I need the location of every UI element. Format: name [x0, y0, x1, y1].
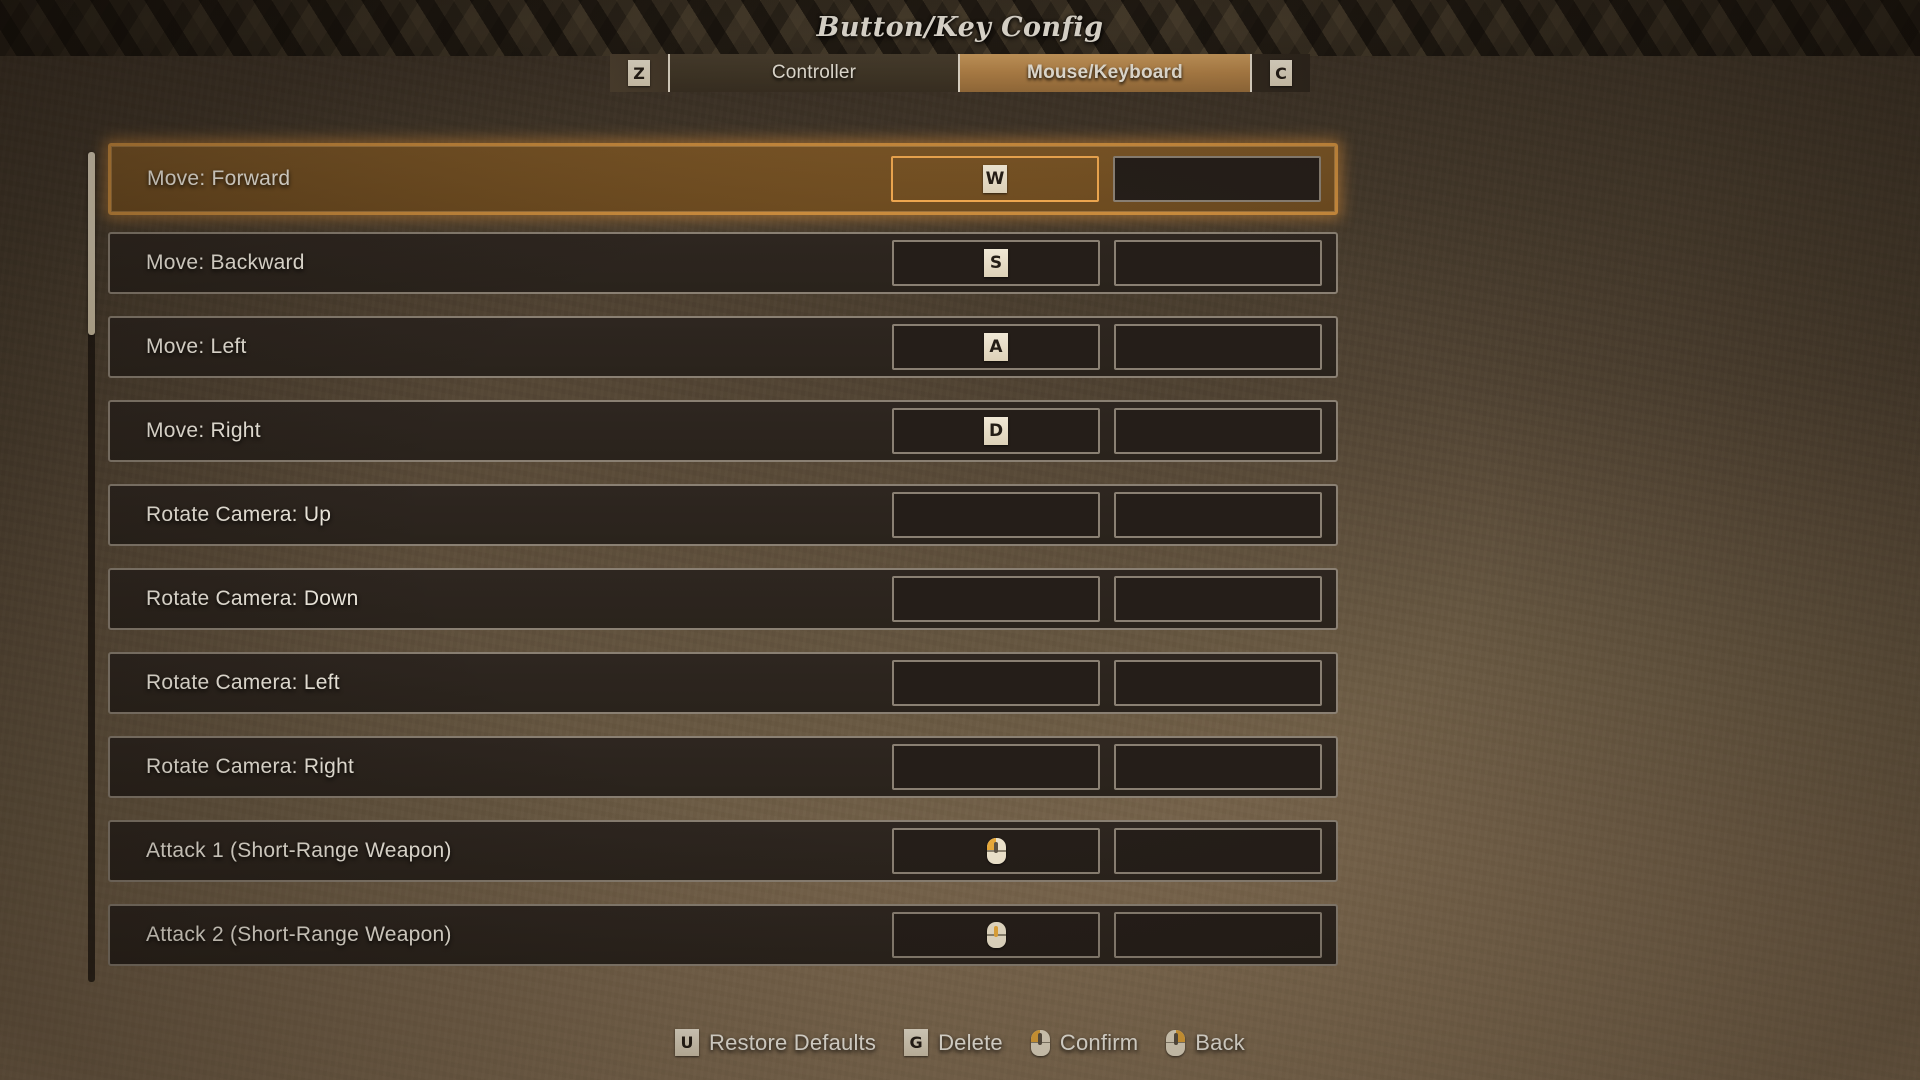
binding-action-label: Move: Backward [146, 251, 305, 274]
footer-hint[interactable]: Confirm [1030, 1029, 1139, 1056]
binding-primary-cell[interactable]: S [892, 240, 1100, 286]
binding-row[interactable]: Move: Backward S [108, 232, 1338, 294]
tab-bar: Z Controller Mouse/Keyboard C [0, 54, 1920, 92]
binding-action-label: Rotate Camera: Up [146, 503, 332, 526]
binding-action-label: Move: Forward [147, 167, 291, 190]
key-c-icon: C [1270, 60, 1292, 86]
binding-action-label: Rotate Camera: Down [146, 587, 359, 610]
tab-strip: Z Controller Mouse/Keyboard C [610, 54, 1310, 92]
binding-row[interactable]: Move: Forward W [108, 143, 1338, 215]
binding-row[interactable]: Rotate Camera: Right [108, 736, 1338, 798]
mouse-wheel [1038, 1033, 1043, 1045]
mouse-right-icon [1166, 1029, 1186, 1056]
binding-primary-cell[interactable] [892, 576, 1100, 622]
binding-secondary-cell[interactable] [1114, 240, 1322, 286]
binding-row[interactable]: Rotate Camera: Left [108, 652, 1338, 714]
binding-secondary-cell[interactable] [1114, 576, 1322, 622]
tab-mouse-keyboard[interactable]: Mouse/Keyboard [960, 54, 1250, 92]
key-g-icon: G [904, 1029, 929, 1056]
binding-row[interactable]: Move: Right D [108, 400, 1338, 462]
mouse-body [986, 922, 1006, 948]
binding-primary-cell[interactable] [892, 492, 1100, 538]
tab-controller-label: Controller [771, 62, 857, 83]
key-s-icon: S [984, 249, 1008, 277]
key-d-icon: D [984, 417, 1008, 445]
mouse-body [1030, 1029, 1050, 1056]
binding-action-label: Attack 1 (Short-Range Weapon) [146, 839, 452, 862]
key-u-icon: U [675, 1029, 699, 1056]
footer-hint-label: Confirm [1059, 1029, 1139, 1055]
mouse-left-icon [986, 838, 1006, 864]
binding-secondary-cell[interactable] [1114, 828, 1322, 874]
footer-hint-glyph [1166, 1029, 1186, 1056]
binding-primary-cell[interactable]: D [892, 408, 1100, 454]
binding-primary-cell[interactable] [892, 660, 1100, 706]
footer-hint[interactable]: Back [1166, 1029, 1245, 1056]
binding-secondary-cell[interactable] [1114, 744, 1322, 790]
mouse-wheel [994, 841, 998, 854]
binding-row[interactable]: Move: Left A [108, 316, 1338, 378]
tab-mouse-keyboard-label: Mouse/Keyboard [1027, 62, 1183, 83]
binding-action-label: Move: Right [146, 419, 261, 442]
key-bindings-list: Move: Forward W Move: Backward S Move: Left A… [108, 143, 1338, 988]
binding-action-label: Rotate Camera: Right [146, 755, 355, 778]
binding-action-label: Attack 2 (Short-Range Weapon) [146, 923, 452, 946]
binding-row[interactable]: Rotate Camera: Up [108, 484, 1338, 546]
tab-next-key-hint[interactable]: C [1250, 54, 1310, 92]
binding-secondary-cell[interactable] [1114, 492, 1322, 538]
tab-prev-key-hint[interactable]: Z [610, 54, 670, 92]
footer-hint-glyph: G [904, 1029, 929, 1056]
binding-primary-cell[interactable] [892, 744, 1100, 790]
binding-secondary-cell[interactable] [1114, 324, 1322, 370]
binding-action-label: Move: Left [146, 335, 247, 358]
footer-hint-glyph: U [675, 1029, 699, 1056]
page-title: Button/Key Config [816, 11, 1104, 43]
mouse-left-icon [1030, 1029, 1050, 1056]
footer-hint-glyph [1030, 1029, 1050, 1056]
list-scrollbar-thumb[interactable] [88, 152, 95, 335]
key-a-icon: A [984, 333, 1008, 361]
binding-secondary-cell[interactable] [1114, 912, 1322, 958]
binding-secondary-cell[interactable] [1114, 408, 1322, 454]
binding-action-label: Rotate Camera: Left [146, 671, 340, 694]
binding-row[interactable]: Attack 2 (Short-Range Weapon) [108, 904, 1338, 966]
binding-secondary-cell[interactable] [1113, 156, 1321, 202]
mouse-wheel [1173, 1033, 1178, 1045]
mouse-body [986, 838, 1006, 864]
footer-hint-label: Delete [938, 1029, 1003, 1055]
binding-primary-cell[interactable]: A [892, 324, 1100, 370]
key-w-icon: W [983, 165, 1007, 193]
mouse-body [1166, 1029, 1186, 1056]
footer-hint[interactable]: U Restore Defaults [675, 1029, 876, 1056]
footer-hint-label: Back [1195, 1029, 1245, 1055]
footer-hints: U Restore Defaults G Delete Confirm Back [0, 1029, 1920, 1056]
key-z-icon: Z [628, 60, 650, 86]
binding-row[interactable]: Rotate Camera: Down [108, 568, 1338, 630]
binding-primary-cell[interactable] [892, 912, 1100, 958]
binding-primary-cell[interactable]: W [891, 156, 1099, 202]
footer-hint[interactable]: G Delete [904, 1029, 1003, 1056]
binding-secondary-cell[interactable] [1114, 660, 1322, 706]
mouse-wheel-icon [986, 922, 1006, 948]
binding-primary-cell[interactable] [892, 828, 1100, 874]
list-scrollbar-track[interactable] [88, 152, 95, 982]
footer-hint-label: Restore Defaults [709, 1029, 877, 1055]
tab-controller[interactable]: Controller [670, 54, 960, 92]
mouse-wheel [994, 925, 998, 938]
binding-row[interactable]: Attack 1 (Short-Range Weapon) [108, 820, 1338, 882]
